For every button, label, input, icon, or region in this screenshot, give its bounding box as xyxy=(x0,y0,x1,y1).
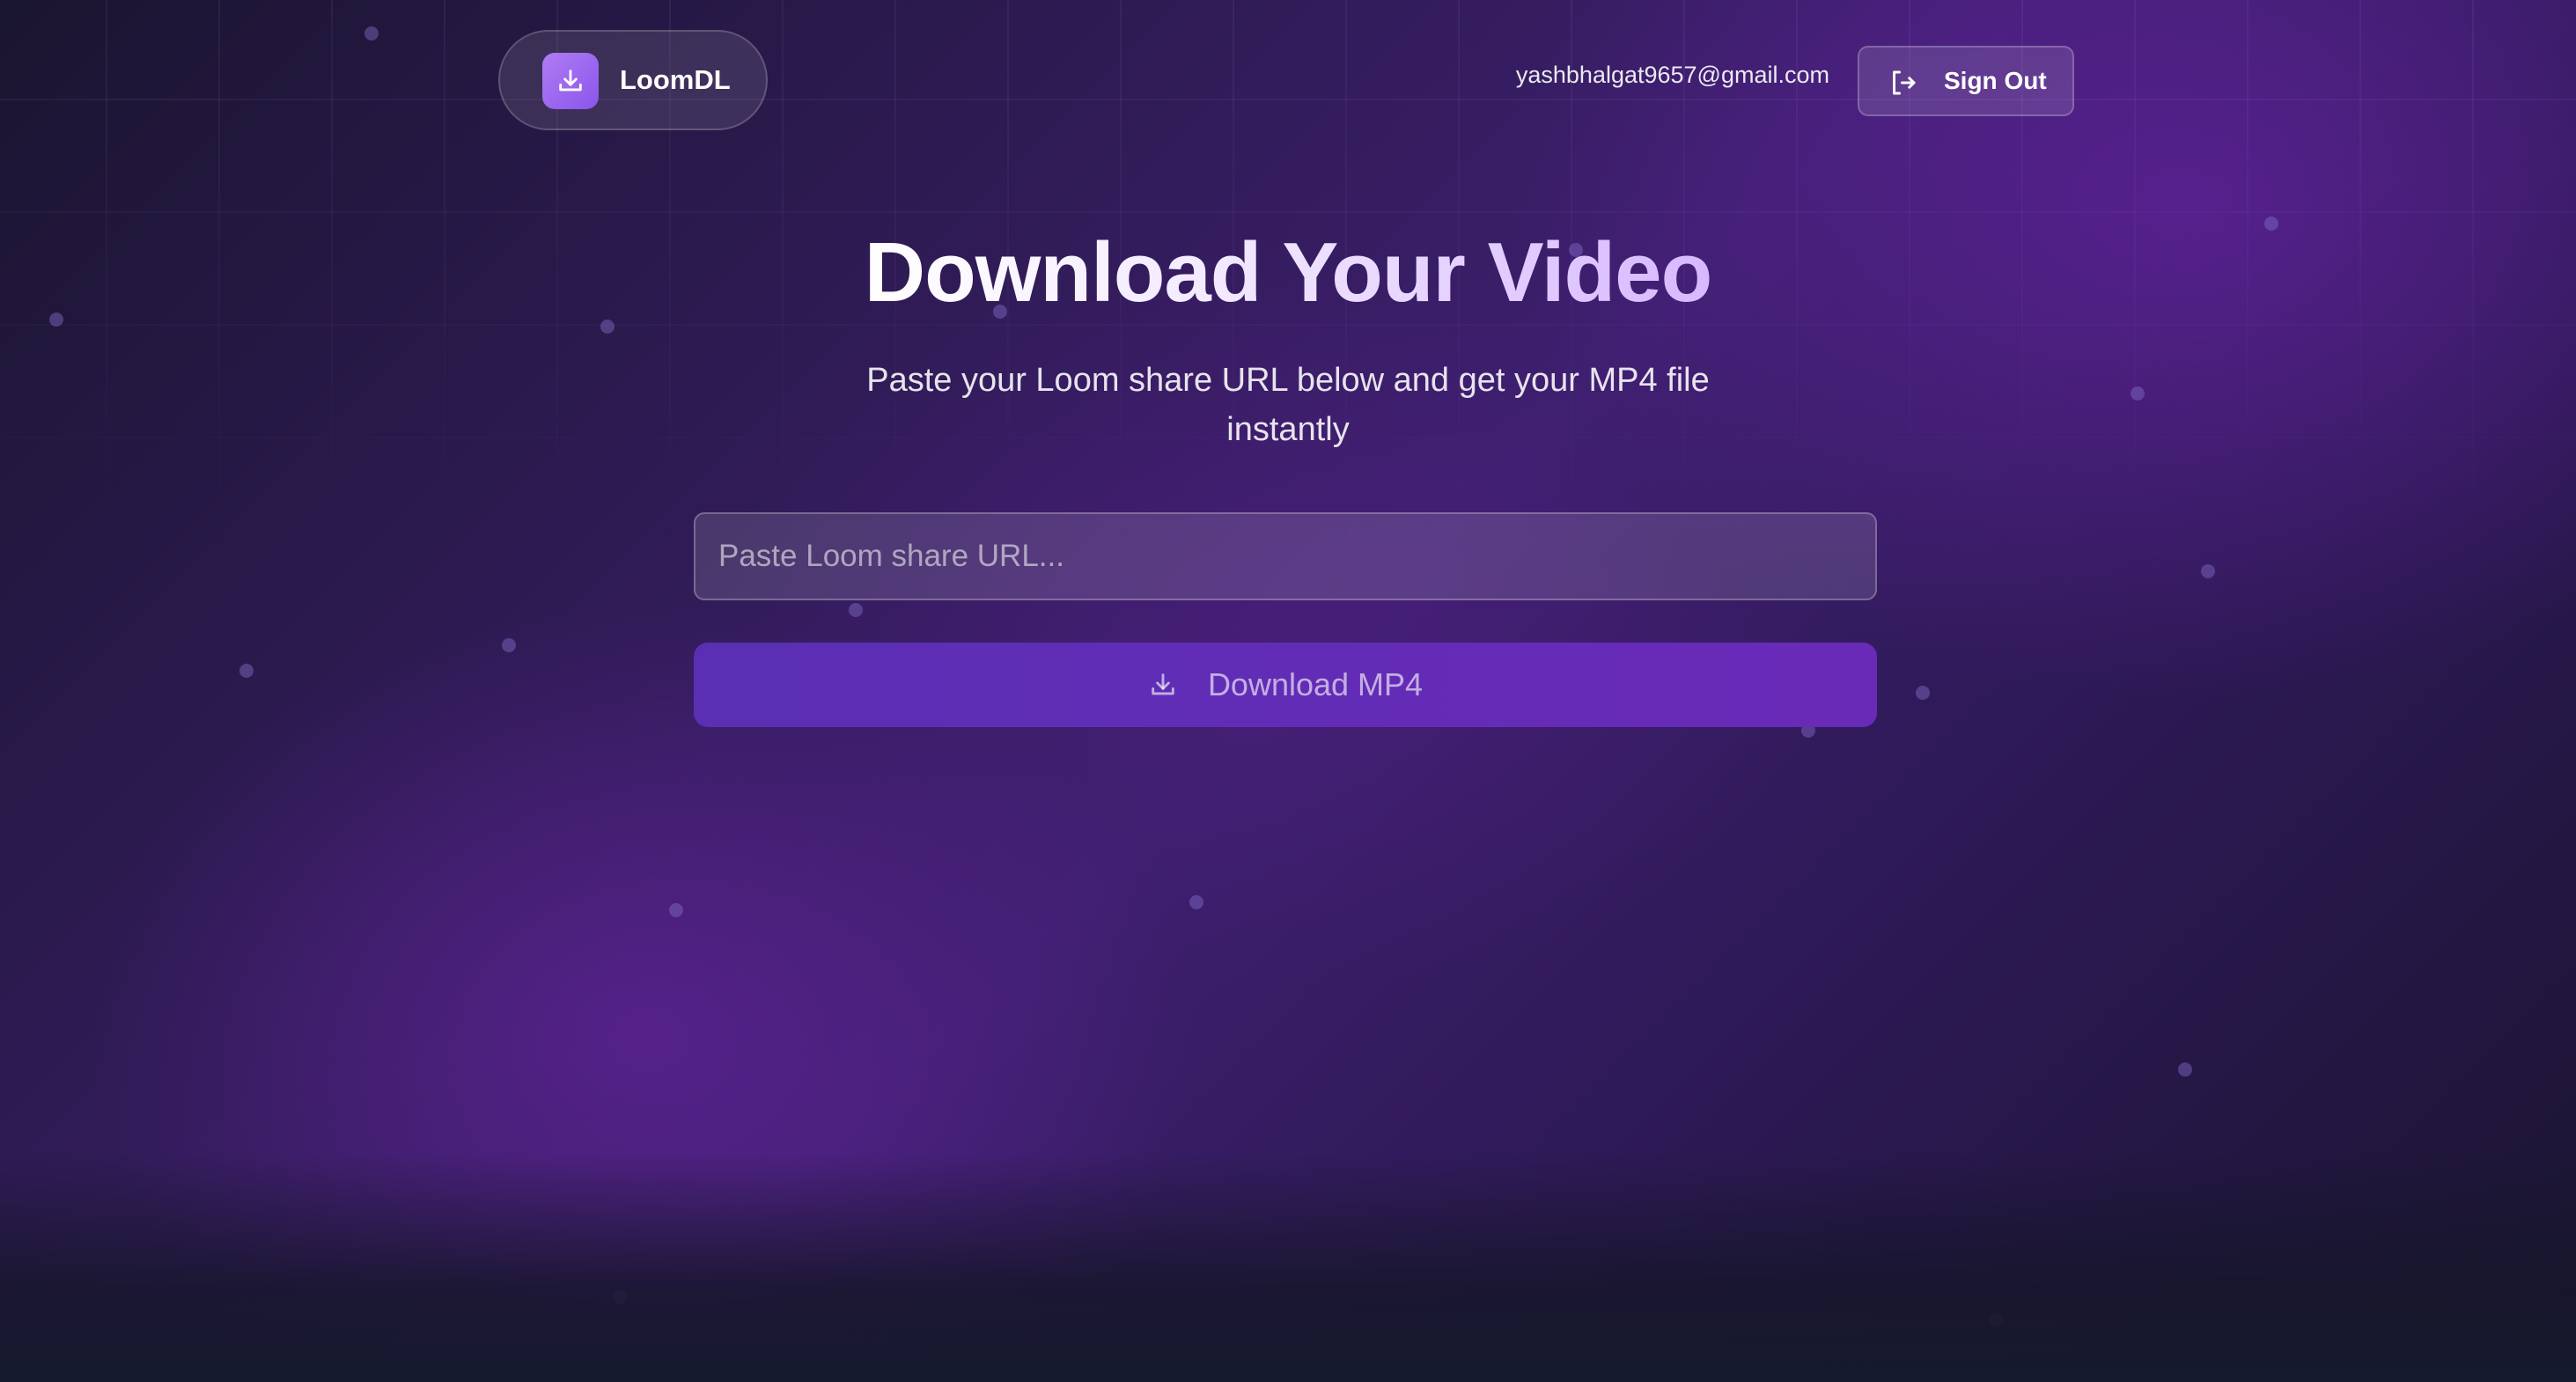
page-title: Download Your Video xyxy=(864,225,1712,320)
download-icon xyxy=(542,53,599,109)
background-dot xyxy=(849,603,863,617)
download-button-label: Download MP4 xyxy=(1207,666,1424,702)
background-dot xyxy=(1916,686,1930,700)
logo-home-link[interactable]: LoomDL xyxy=(498,30,768,130)
sign-out-icon xyxy=(1888,67,1919,99)
logo-text: LoomDL xyxy=(620,64,731,95)
page-subtitle: Paste your Loom share URL below and get … xyxy=(866,362,1710,448)
sign-out-button[interactable]: Sign Out xyxy=(1858,46,2074,116)
background-dot xyxy=(1189,895,1203,909)
loom-url-input[interactable] xyxy=(694,512,1877,600)
download-mp4-button[interactable]: Download MP4 xyxy=(694,643,1877,727)
background-dot xyxy=(502,638,516,652)
bottom-fade xyxy=(0,1153,2576,1382)
page-background: LoomDL yashbhalgat9657@gmail.com Sign Ou… xyxy=(0,0,2576,1382)
background-dot xyxy=(2178,1062,2192,1077)
user-email: yashbhalgat9657@gmail.com xyxy=(1515,62,1829,88)
sign-out-label: Sign Out xyxy=(1944,67,2047,94)
background-dot xyxy=(364,26,379,40)
background-dot xyxy=(2201,564,2215,578)
background-dot xyxy=(669,903,683,917)
background-dot xyxy=(239,664,254,678)
download-icon xyxy=(1148,670,1178,700)
background-dot xyxy=(2131,386,2145,401)
